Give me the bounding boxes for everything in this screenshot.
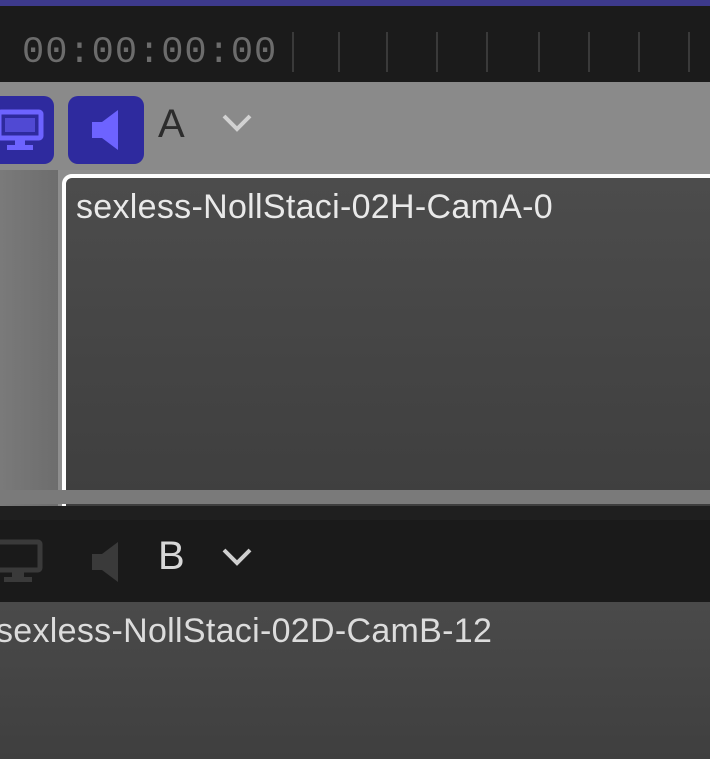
ruler-tick (688, 32, 690, 72)
ruler-tick (538, 32, 540, 72)
ruler-tick (486, 32, 488, 72)
angle-a-header: A (0, 82, 710, 170)
ruler-tick (588, 32, 590, 72)
clip-name: sexless-NollStaci-02D-CamB-12 (0, 612, 493, 650)
chevron-down-icon[interactable] (220, 546, 254, 568)
timecode-display: 00:00:00:00 (22, 32, 278, 74)
angle-divider (0, 506, 710, 520)
monitor-icon[interactable] (0, 538, 44, 584)
ruler-tick (638, 32, 640, 72)
video-toggle-button[interactable] (0, 96, 54, 164)
angle-label: B (158, 534, 185, 578)
timeline-ruler[interactable]: 00:00:00:00 (0, 6, 710, 83)
monitor-icon (0, 109, 44, 150)
clip-name: sexless-NollStaci-02H-CamA-0 (76, 188, 553, 226)
ruler-tick (386, 32, 388, 72)
angle-a-lane: A sexless-NollStaci-02H-CamA-0 (0, 82, 710, 574)
ruler-tick (292, 32, 294, 72)
speaker-icon (92, 110, 118, 150)
speaker-icon[interactable] (86, 538, 126, 586)
ruler-tick (436, 32, 438, 72)
chevron-down-icon[interactable] (220, 112, 254, 134)
angle-label: A (158, 102, 185, 146)
clip[interactable]: sexless-NollStaci-02D-CamB-12 (0, 602, 710, 759)
angle-a-bottom-strip (0, 490, 710, 504)
audio-toggle-button[interactable] (68, 96, 144, 164)
ruler-tick (338, 32, 340, 72)
angle-b-header: B (0, 520, 710, 602)
